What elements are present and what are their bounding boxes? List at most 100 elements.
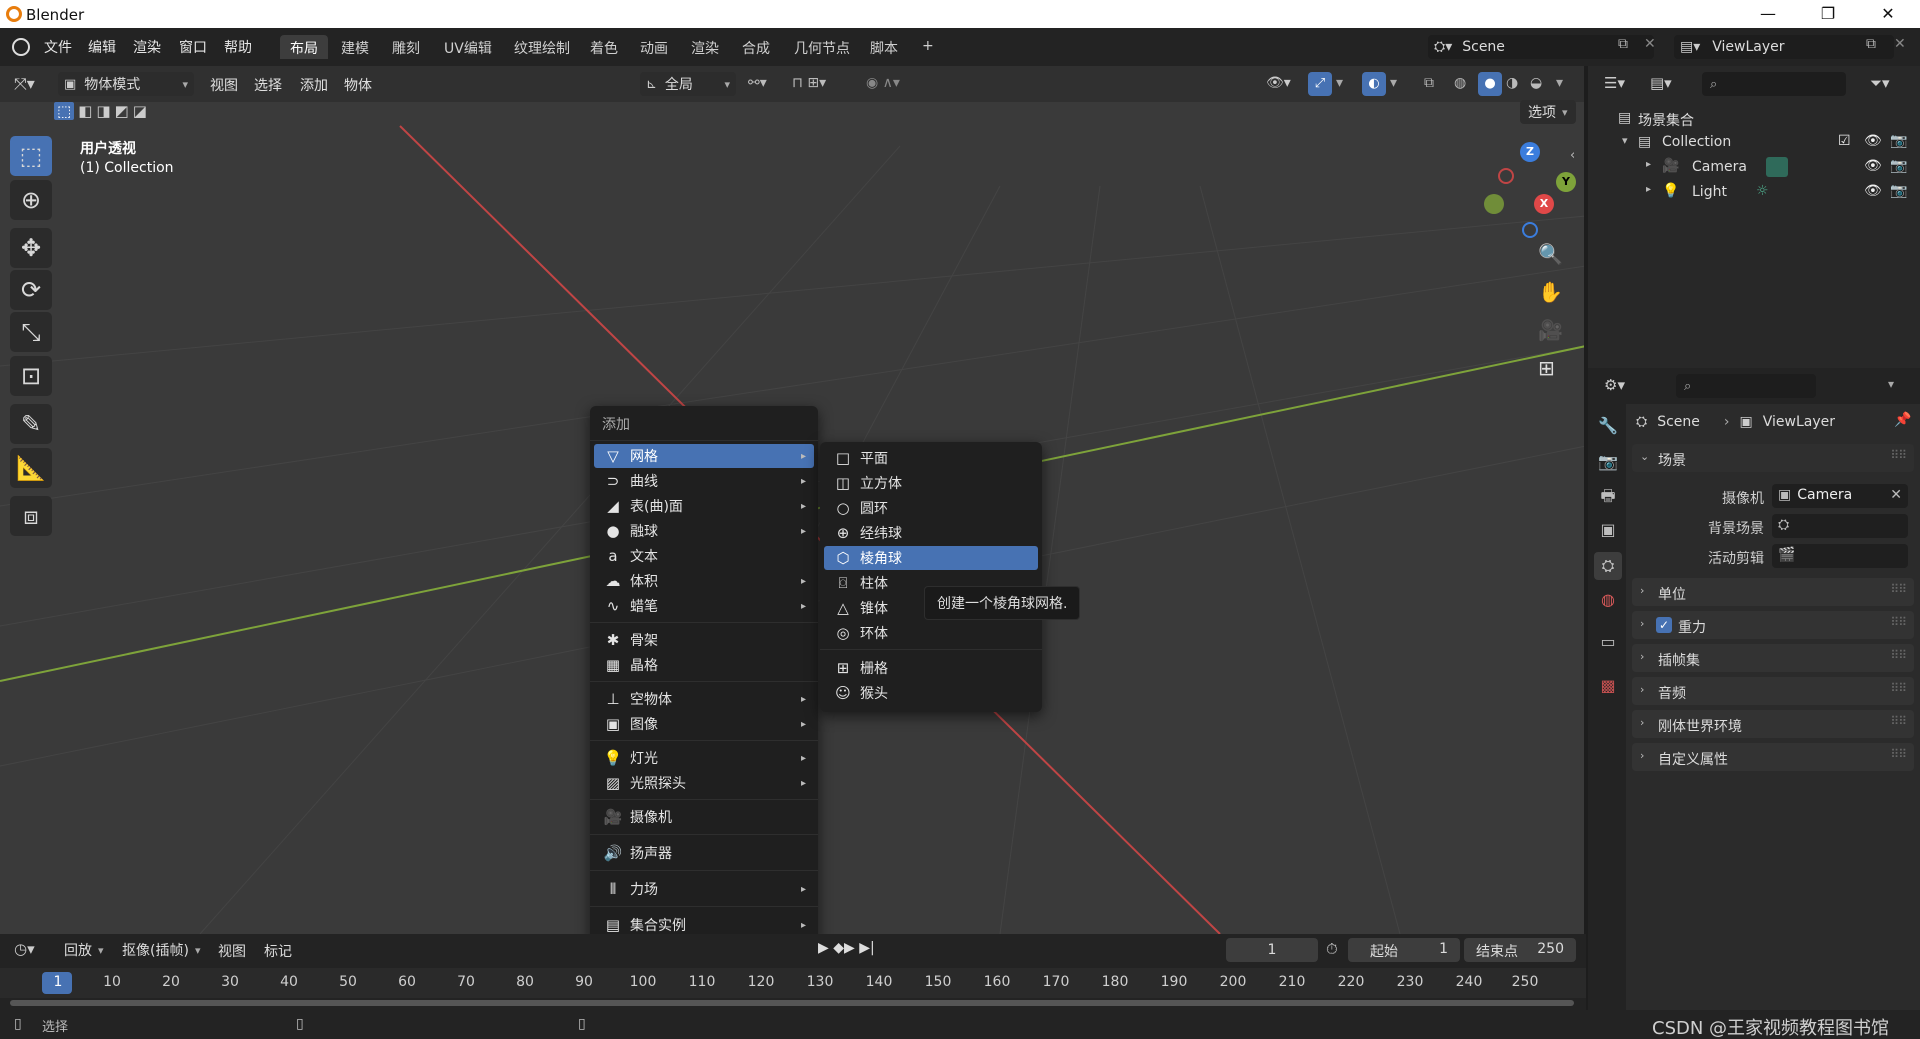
start-frame-field[interactable]: 起始 1 [1348, 938, 1460, 962]
eye-icon[interactable]: 👁 [1864, 158, 1882, 174]
menu-item-lattice[interactable]: ▦ 晶格 [594, 653, 814, 677]
panel-rigid-body-world[interactable]: › 刚体世界环境 ⠿⠿ [1632, 710, 1914, 738]
render-camera-icon[interactable]: 📷 [1890, 183, 1907, 199]
drag-handle-icon[interactable]: ⠿⠿ [1890, 448, 1907, 462]
menu-item-camera[interactable]: 🎥 摄像机 [594, 805, 814, 829]
eye-icon[interactable]: 👁 [1864, 183, 1882, 199]
view-layer-tab-icon[interactable]: ▣ [1594, 516, 1622, 544]
transform-orientation-selector[interactable]: ⊾ 全局 ▾ [640, 72, 736, 96]
display-mode-icon[interactable]: ▤▾ [1650, 74, 1672, 92]
menu-item-metaball[interactable]: ● 融球 ▸ [594, 519, 814, 543]
drag-handle-icon[interactable]: ⠿⠿ [1890, 747, 1907, 761]
viewport-menu-view[interactable]: 视图 [210, 75, 238, 95]
menu-help[interactable]: 帮助 [224, 37, 252, 57]
outliner-row-collection[interactable]: ▾ ▤ Collection ☑ 👁 📷 [1588, 130, 1920, 155]
menu-render[interactable]: 渲染 [133, 37, 161, 57]
expand-arrow-icon[interactable]: ▸ [1646, 159, 1651, 170]
texture-tab-icon[interactable]: ▩ [1594, 672, 1622, 700]
menu-item-circle[interactable]: ○ 圆环 [824, 496, 1038, 520]
end-frame-field[interactable]: 结束点 250 [1464, 938, 1576, 962]
stopwatch-icon[interactable]: ⏱ [1326, 940, 1338, 958]
drag-handle-icon[interactable]: ⠿⠿ [1890, 648, 1907, 662]
chevron-down-icon[interactable]: ▾ [1556, 75, 1563, 91]
ortho-toggle-icon[interactable]: ⊞ [1538, 356, 1555, 380]
outliner-row-camera[interactable]: ▸ 🎥 Camera 👁 📷 [1588, 155, 1920, 180]
tab-modeling[interactable]: 建模 [331, 35, 379, 59]
menu-file[interactable]: 文件 [44, 37, 72, 57]
scene-tab-icon[interactable]: ⛭ [1594, 552, 1622, 580]
select-intersect-icon[interactable]: ◪ [133, 102, 147, 120]
mode-selector[interactable]: ▣ 物体模式 ▾ [58, 72, 194, 96]
tool-tab-icon[interactable]: 🔧 [1594, 412, 1622, 440]
menu-item-empty[interactable]: ⊥ 空物体 ▸ [594, 687, 814, 711]
active-clip-field[interactable]: 🎬 [1772, 544, 1908, 568]
viewport-menu-select[interactable]: 选择 [254, 75, 282, 95]
render-camera-icon[interactable]: 📷 [1890, 158, 1907, 174]
solid-shading-icon[interactable]: ● [1478, 72, 1502, 96]
material-shading-icon[interactable]: ◑ [1506, 75, 1518, 91]
panel-custom-properties[interactable]: › 自定义属性 ⠿⠿ [1632, 743, 1914, 771]
tab-scripting[interactable]: 脚本 [860, 35, 908, 59]
add-workspace-button[interactable]: + [912, 35, 944, 59]
panel-keying-sets[interactable]: › 插帧集 ⠿⠿ [1632, 644, 1914, 672]
new-viewlayer-icon[interactable]: ⧉ [1866, 36, 1876, 52]
playback-dropdown[interactable]: 回放 ▾ [64, 940, 104, 960]
zoom-icon[interactable]: 🔍 [1538, 242, 1563, 266]
menu-item-curve[interactable]: ⊃ 曲线 ▸ [594, 469, 814, 493]
panel-units[interactable]: › 单位 ⠿⠿ [1632, 578, 1914, 606]
background-scene-field[interactable]: ⛭ [1772, 514, 1908, 538]
visibility-icon[interactable]: 👁▾ [1266, 75, 1291, 91]
chevron-down-icon[interactable]: ▾ [1336, 75, 1343, 91]
camera-view-icon[interactable]: 🎥 [1538, 318, 1563, 342]
world-tab-icon[interactable]: ◍ [1594, 586, 1622, 614]
delete-scene-icon[interactable]: ✕ [1644, 36, 1656, 52]
new-scene-icon[interactable]: ⧉ [1618, 36, 1628, 52]
tab-sculpting[interactable]: 雕刻 [382, 35, 430, 59]
menu-item-monkey[interactable]: ☺ 猴头 [824, 681, 1038, 705]
drag-handle-icon[interactable]: ⠿⠿ [1890, 582, 1907, 596]
delete-viewlayer-icon[interactable]: ✕ [1894, 36, 1906, 52]
gizmo-z-axis[interactable]: Z [1520, 142, 1540, 162]
menu-item-cube[interactable]: ◫ 立方体 [824, 471, 1038, 495]
rendered-shading-icon[interactable]: ◒ [1530, 75, 1542, 91]
menu-window[interactable]: 窗口 [179, 37, 207, 57]
tab-layout[interactable]: 布局 [280, 35, 328, 59]
timeline-menu-view[interactable]: 视图 [218, 941, 246, 961]
eye-icon[interactable]: 👁 [1864, 133, 1882, 149]
menu-item-torus[interactable]: ◎ 环体 [824, 621, 1038, 645]
menu-item-light[interactable]: 💡 灯光 ▸ [594, 746, 814, 770]
camera-property-field[interactable]: ▣ Camera ✕ [1772, 484, 1908, 508]
drag-handle-icon[interactable]: ⠿⠿ [1890, 681, 1907, 695]
light-data-icon[interactable]: ☼ [1756, 183, 1769, 199]
outliner-editor-type-icon[interactable]: ☰▾ [1604, 74, 1625, 92]
move-tool[interactable]: ✥ [10, 228, 52, 268]
drag-handle-icon[interactable]: ⠿⠿ [1890, 615, 1907, 629]
menu-item-ico-sphere[interactable]: ⬡ 棱角球 [824, 546, 1038, 570]
pivot-point-icon[interactable]: ⚯▾ [748, 75, 767, 91]
viewlayer-selector[interactable]: ▤▾ ViewLayer [1674, 35, 1894, 59]
timeline-editor-type-icon[interactable]: ◷▾ [14, 940, 35, 958]
pan-hand-icon[interactable]: ✋ [1538, 280, 1563, 304]
maximize-button[interactable]: ❐ [1800, 0, 1856, 28]
expand-arrow-icon[interactable]: ▾ [1622, 134, 1628, 147]
overlays-toggle-icon[interactable]: ◐ [1362, 72, 1386, 96]
viewport-menu-object[interactable]: 物体 [344, 75, 372, 95]
gizmo-neg-x[interactable] [1498, 168, 1514, 184]
expand-arrow-icon[interactable]: ▸ [1646, 184, 1651, 195]
tab-animation[interactable]: 动画 [630, 35, 678, 59]
render-camera-icon[interactable]: 📷 [1890, 133, 1907, 149]
menu-item-text[interactable]: a 文本 [594, 544, 814, 568]
add-cube-tool[interactable]: ⧈ [10, 496, 52, 536]
3d-viewport[interactable]: ⤧▾ ▣ 物体模式 ▾ 视图 选择 添加 物体 ⊾ 全局 ▾ ⚯▾ ⊓ ⊞▾ ◉… [0, 66, 1586, 934]
panel-gravity[interactable]: › ✓ 重力 ⠿⠿ [1632, 611, 1914, 639]
select-box-tool[interactable]: ⬚ [10, 136, 52, 176]
current-frame-field[interactable]: 1 [1226, 938, 1318, 962]
annotate-tool[interactable]: ✎ [10, 404, 52, 444]
navigation-gizmo[interactable]: Z Y X [1470, 136, 1580, 246]
menu-item-mesh[interactable]: ▽ 网格 ▸ [594, 444, 814, 468]
outliner-row-scene-collection[interactable]: ▤ 场景集合 [1588, 106, 1920, 131]
tab-uv-editing[interactable]: UV编辑 [434, 35, 502, 59]
rotate-tool[interactable]: ⟳ [10, 270, 52, 310]
minimize-button[interactable]: — [1740, 0, 1796, 28]
blender-menu-icon[interactable] [12, 38, 30, 56]
